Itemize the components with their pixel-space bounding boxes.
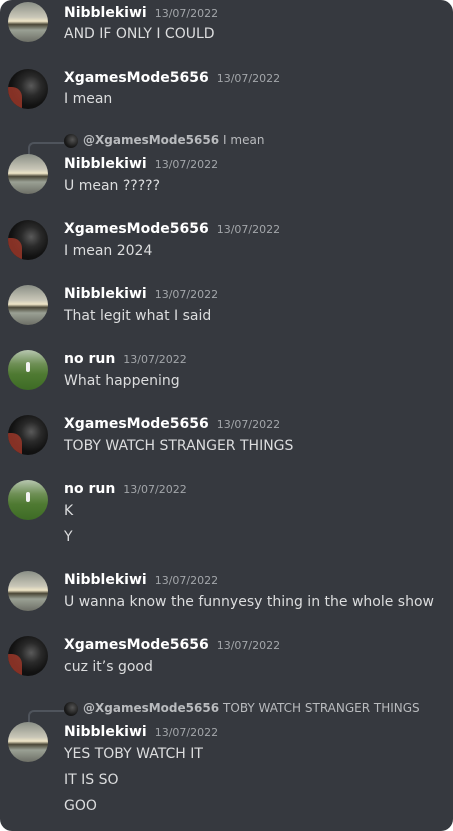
message-text: That legit what I said: [64, 308, 212, 324]
username[interactable]: no run: [64, 351, 115, 367]
timestamp: 13/07/2022: [216, 72, 281, 85]
reply-preview[interactable]: @XgamesMode5656 TOBY WATCH STRANGER THING…: [28, 701, 448, 724]
message-text: AND IF ONLY I COULD: [64, 26, 215, 42]
message-header: XgamesMode5656 13/07/2022: [64, 221, 280, 237]
avatar[interactable]: [8, 350, 48, 390]
avatar[interactable]: [8, 69, 48, 109]
message-text: U mean ?????: [64, 178, 161, 194]
message-text: YES TOBY WATCH IT: [64, 746, 203, 762]
username[interactable]: XgamesMode5656: [64, 70, 209, 86]
message-header: XgamesMode5656 13/07/2022: [64, 637, 280, 653]
timestamp: 13/07/2022: [154, 158, 219, 171]
message-header: no run 13/07/2022: [64, 481, 187, 497]
avatar[interactable]: [8, 480, 48, 520]
username[interactable]: no run: [64, 481, 115, 497]
message-text: GOO: [64, 798, 97, 814]
username[interactable]: Nibblekiwi: [64, 5, 147, 21]
username[interactable]: Nibblekiwi: [64, 724, 147, 740]
timestamp: 13/07/2022: [154, 574, 219, 587]
avatar[interactable]: [8, 722, 48, 762]
message-text: cuz it’s good: [64, 659, 153, 675]
timestamp: 13/07/2022: [154, 288, 219, 301]
reply-text: I mean: [223, 133, 265, 147]
message-header: Nibblekiwi 13/07/2022: [64, 572, 218, 588]
avatar[interactable]: [8, 220, 48, 260]
username[interactable]: XgamesMode5656: [64, 221, 209, 237]
message-header: Nibblekiwi 13/07/2022: [64, 156, 218, 172]
timestamp: 13/07/2022: [123, 483, 187, 496]
avatar[interactable]: [8, 571, 48, 611]
message-header: Nibblekiwi 13/07/2022: [64, 724, 218, 740]
timestamp: 13/07/2022: [154, 726, 219, 739]
timestamp: 13/07/2022: [154, 7, 219, 20]
timestamp: 13/07/2022: [216, 418, 281, 431]
username[interactable]: Nibblekiwi: [64, 572, 147, 588]
avatar[interactable]: [8, 154, 48, 194]
reply-header: @XgamesMode5656 TOBY WATCH STRANGER THING…: [83, 701, 420, 715]
message-header: XgamesMode5656 13/07/2022: [64, 70, 280, 86]
reply-avatar: [64, 134, 78, 148]
timestamp: 13/07/2022: [216, 223, 281, 236]
message-header: Nibblekiwi 13/07/2022: [64, 286, 218, 302]
username[interactable]: Nibblekiwi: [64, 156, 147, 172]
message-text: I mean: [64, 91, 113, 107]
reply-username[interactable]: @XgamesMode5656: [83, 701, 219, 715]
reply-text: TOBY WATCH STRANGER THINGS: [223, 701, 420, 715]
message-text: I mean 2024: [64, 243, 153, 259]
username[interactable]: XgamesMode5656: [64, 637, 209, 653]
message-text: What happening: [64, 373, 180, 389]
message-header: Nibblekiwi 13/07/2022: [64, 5, 218, 21]
avatar[interactable]: [8, 2, 48, 42]
avatar[interactable]: [8, 415, 48, 455]
reply-username[interactable]: @XgamesMode5656: [83, 133, 219, 147]
message-header: no run 13/07/2022: [64, 351, 187, 367]
message-header: XgamesMode5656 13/07/2022: [64, 416, 280, 432]
reply-preview[interactable]: @XgamesMode5656 I mean: [28, 133, 448, 156]
message-text: TOBY WATCH STRANGER THINGS: [64, 438, 294, 454]
reply-header: @XgamesMode5656 I mean: [83, 133, 264, 147]
username[interactable]: XgamesMode5656: [64, 416, 209, 432]
timestamp: 13/07/2022: [216, 639, 281, 652]
reply-avatar: [64, 702, 78, 716]
message-text: Y: [64, 529, 73, 545]
message-text: K: [64, 503, 74, 519]
avatar[interactable]: [8, 636, 48, 676]
message-text: U wanna know the funnyesy thing in the w…: [64, 594, 434, 610]
chat-message-list: Nibblekiwi 13/07/2022 AND IF ONLY I COULD…: [0, 0, 453, 831]
avatar[interactable]: [8, 285, 48, 325]
username[interactable]: Nibblekiwi: [64, 286, 147, 302]
timestamp: 13/07/2022: [123, 353, 187, 366]
message-text: IT IS SO: [64, 772, 119, 788]
